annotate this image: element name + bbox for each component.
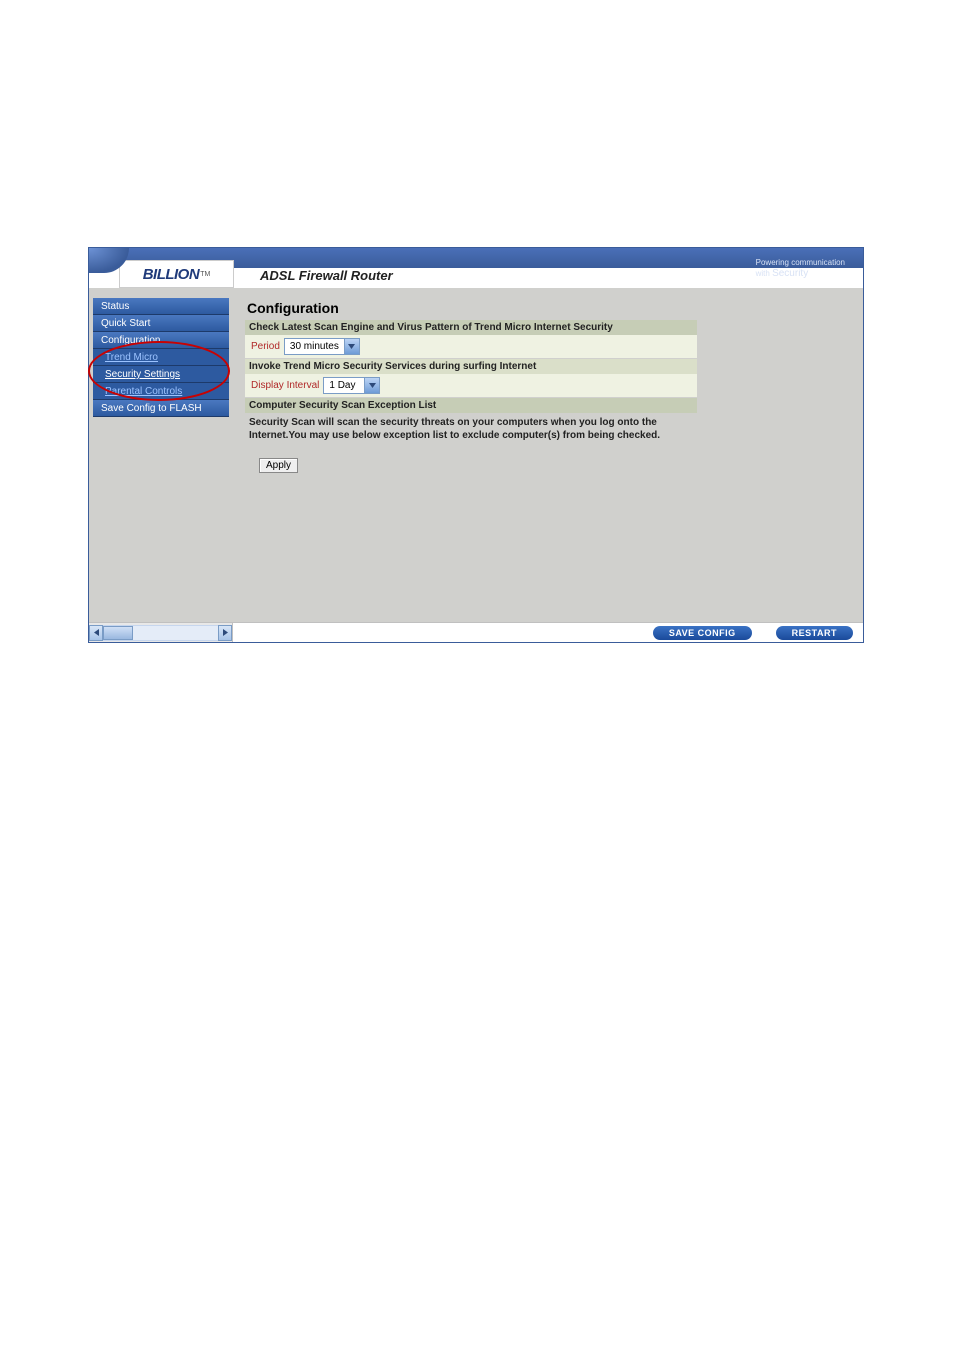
sidebar-item-trend-micro[interactable]: Trend Micro: [93, 349, 229, 366]
brand-logo-text: BILLION: [143, 266, 200, 283]
chevron-down-icon: [344, 339, 359, 354]
sidebar-item-save-config-flash[interactable]: Save Config to FLASH: [93, 400, 229, 417]
sidebar-item-security-settings[interactable]: Security Settings: [93, 366, 229, 383]
header-bar: BILLION TM ADSL Firewall Router Powering…: [89, 248, 863, 288]
exception-list-description: Security Scan will scan the security thr…: [245, 413, 697, 444]
brand-logo: BILLION TM: [119, 260, 234, 288]
sidebar-item-status[interactable]: Status: [93, 298, 229, 315]
footer-actions: SAVE CONFIG RESTART: [233, 623, 863, 642]
product-title: ADSL Firewall Router: [260, 268, 393, 283]
scroll-thumb[interactable]: [103, 626, 133, 640]
body-area: Status Quick Start Configuration Trend M…: [89, 288, 863, 622]
section-heading-scan-engine: Check Latest Scan Engine and Virus Patte…: [245, 320, 697, 335]
save-config-button[interactable]: SAVE CONFIG: [653, 626, 752, 640]
period-label: Period: [251, 341, 280, 352]
router-admin-window: BILLION TM ADSL Firewall Router Powering…: [88, 247, 864, 643]
period-select[interactable]: 30 minutes: [284, 338, 360, 355]
tagline: Powering communication with Security: [756, 258, 845, 280]
sidebar-item-configuration[interactable]: Configuration: [93, 332, 229, 349]
section-heading-exception-list: Computer Security Scan Exception List: [245, 398, 697, 413]
sidebar-horizontal-scrollbar[interactable]: [89, 623, 233, 642]
sidebar-item-parental-controls[interactable]: Parental Controls: [93, 383, 229, 400]
display-interval-select-value: 1 Day: [324, 380, 364, 391]
scroll-left-button[interactable]: [89, 625, 103, 641]
section-heading-invoke-services: Invoke Trend Micro Security Services dur…: [245, 359, 697, 374]
sidebar-item-quick-start[interactable]: Quick Start: [93, 315, 229, 332]
tagline-line-2-main: Security: [772, 268, 808, 279]
display-interval-label: Display Interval: [251, 380, 319, 391]
content-pane: Configuration Check Latest Scan Engine a…: [233, 288, 863, 622]
brand-trademark: TM: [200, 271, 210, 278]
restart-button[interactable]: RESTART: [776, 626, 853, 640]
apply-button[interactable]: Apply: [259, 458, 298, 473]
page-title: Configuration: [245, 298, 697, 319]
period-row: Period 30 minutes: [245, 335, 697, 358]
configuration-panel: Configuration Check Latest Scan Engine a…: [245, 298, 697, 473]
tagline-line-2-prefix: with: [756, 269, 772, 278]
chevron-down-icon: [364, 378, 379, 393]
tagline-line-1: Powering communication: [756, 258, 845, 267]
scroll-track[interactable]: [103, 625, 218, 641]
period-select-value: 30 minutes: [285, 341, 344, 352]
scroll-right-button[interactable]: [218, 625, 232, 641]
display-interval-row: Display Interval 1 Day: [245, 374, 697, 397]
footer-bar: SAVE CONFIG RESTART: [89, 622, 863, 642]
display-interval-select[interactable]: 1 Day: [323, 377, 380, 394]
sidebar-nav: Status Quick Start Configuration Trend M…: [89, 288, 233, 622]
